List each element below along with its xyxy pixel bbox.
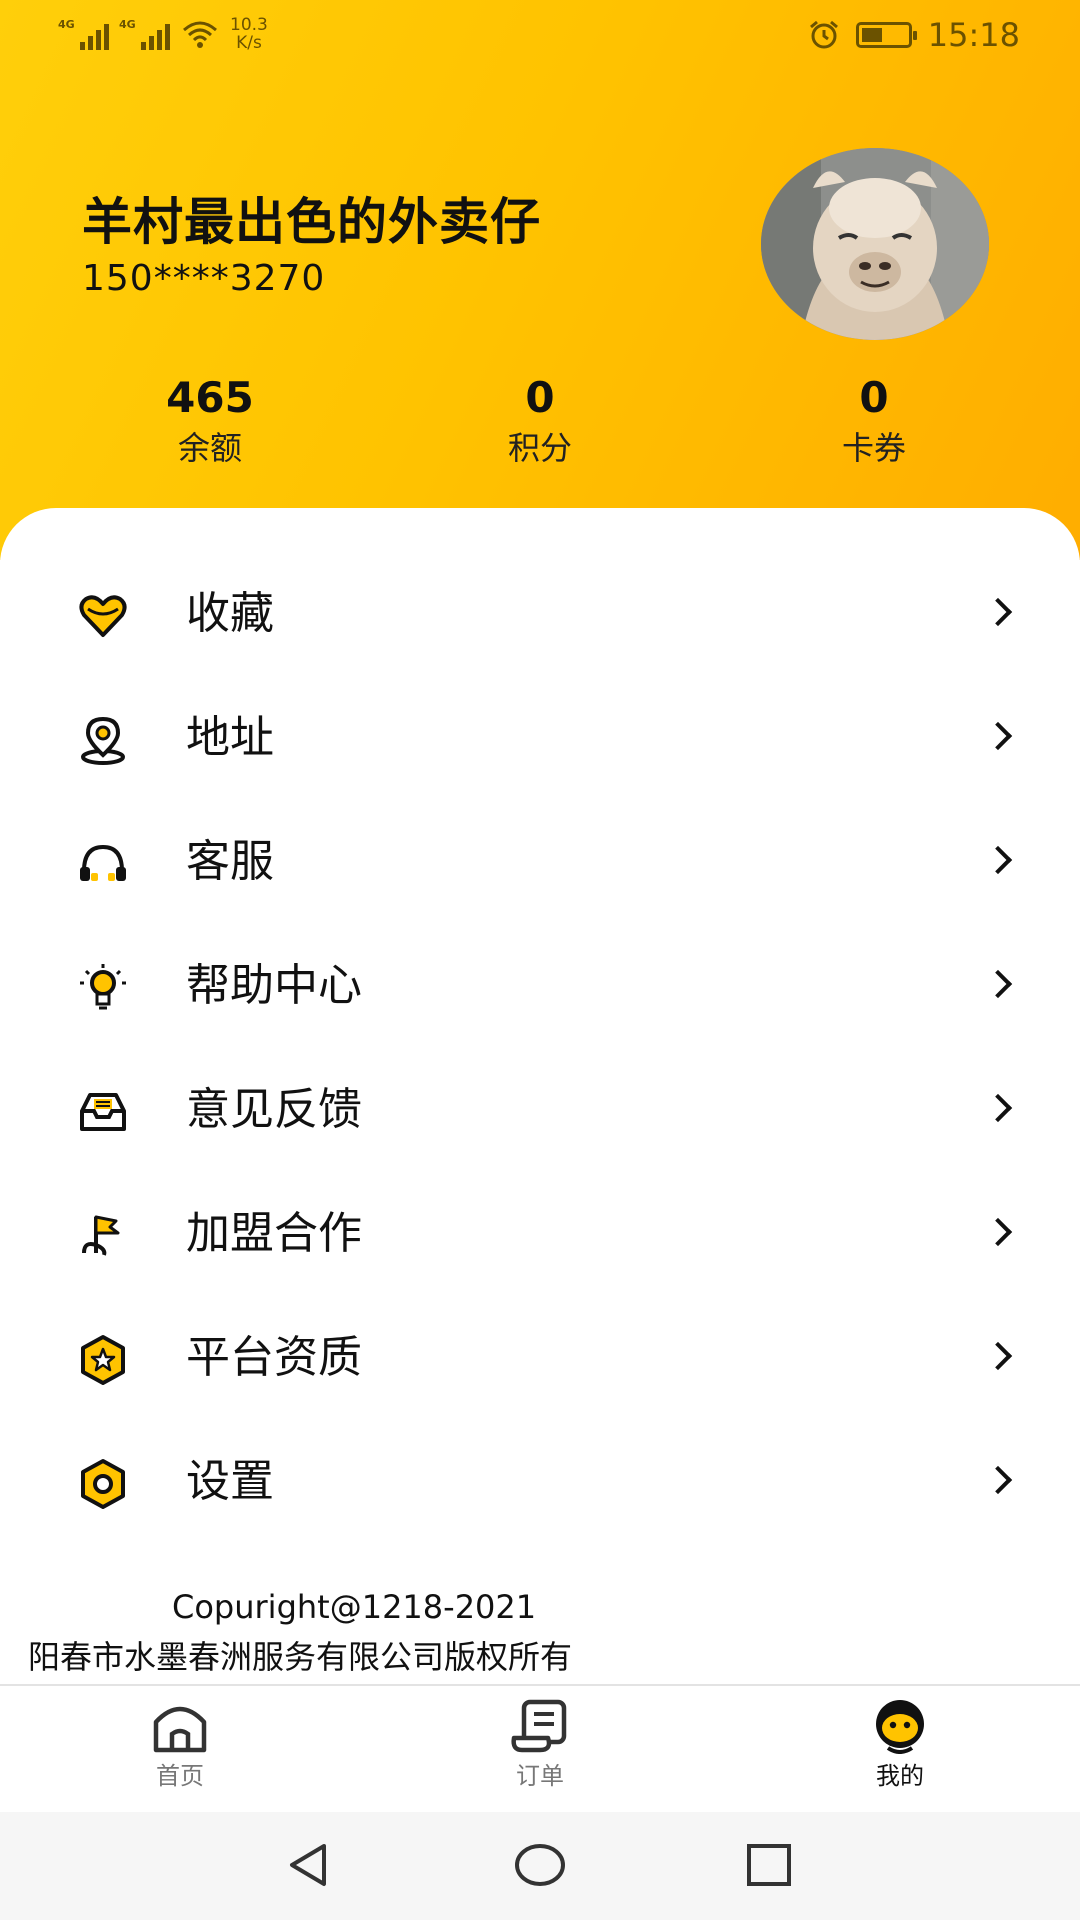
stat-points-label: 积分: [507, 429, 572, 467]
stat-points-value: 0: [525, 373, 555, 422]
chevron-right-icon: [983, 969, 1013, 999]
back-icon[interactable]: [284, 1840, 334, 1890]
stat-balance[interactable]: 465 余额: [90, 372, 330, 472]
menu-item-label: 意见反馈: [186, 1084, 362, 1135]
phone-number: 150****3270: [82, 258, 326, 299]
menu-item-label: 帮助中心: [186, 960, 362, 1011]
username: 羊村最出色的外卖仔: [82, 193, 541, 251]
network-type-1: 4G: [58, 18, 75, 31]
status-left: 4G 4G 10.3 K/s: [58, 16, 268, 52]
profile-header: 4G 4G 10.3 K/s 15:18 羊村最出色的外卖仔 150****32…: [0, 0, 1080, 560]
signal-icon-2: 4G: [119, 18, 170, 50]
stats-row: 465 余额 0 积分 0 卡券: [0, 372, 1080, 482]
menu-item-customer-service[interactable]: 客服: [0, 800, 1080, 924]
menu-item-qualifications[interactable]: 平台资质: [0, 1296, 1080, 1420]
chevron-right-icon: [983, 721, 1013, 751]
menu-item-label: 平台资质: [186, 1332, 362, 1383]
stat-coupons[interactable]: 0 卡券: [754, 372, 994, 472]
chevron-right-icon: [983, 1093, 1013, 1123]
settings-hex-icon: [81, 1459, 125, 1509]
menu-item-label: 加盟合作: [186, 1208, 362, 1259]
flag-icon: [82, 1215, 120, 1256]
tab-orders[interactable]: 订单: [440, 1698, 640, 1791]
menu-item-favorites[interactable]: 收藏: [0, 552, 1080, 676]
stat-balance-value: 465: [166, 373, 254, 422]
chevron-right-icon: [983, 1341, 1013, 1371]
stat-balance-label: 余额: [177, 429, 242, 467]
menu-list: 收藏 地址 客服 帮助中心 意见反馈 加盟合作 平台资质 设置: [0, 552, 1080, 1544]
tab-mine-label: 我的: [876, 1762, 924, 1790]
status-bar: 4G 4G 10.3 K/s 15:18: [0, 0, 1080, 80]
menu-card: 收藏 地址 客服 帮助中心 意见反馈 加盟合作 平台资质 设置: [0, 508, 1080, 1684]
star-badge-icon: [81, 1335, 125, 1385]
alarm-icon: [809, 20, 838, 49]
stat-coupons-value: 0: [859, 373, 889, 422]
menu-item-label: 地址: [186, 712, 274, 763]
bottom-tab-bar: 首页 订单 我的: [0, 1684, 1080, 1814]
status-right: 15:18: [808, 16, 1020, 54]
network-speed-value: 10.3: [230, 15, 268, 35]
tab-home[interactable]: 首页: [80, 1698, 280, 1791]
clock: 15:18: [927, 16, 1020, 54]
network-type-2: 4G: [119, 18, 136, 31]
lightbulb-icon: [80, 964, 126, 1010]
stat-coupons-label: 卡券: [841, 429, 906, 467]
menu-item-address[interactable]: 地址: [0, 676, 1080, 800]
battery-icon: [855, 22, 917, 48]
stat-points[interactable]: 0 积分: [420, 372, 660, 472]
chevron-right-icon: [983, 597, 1013, 627]
chevron-right-icon: [983, 1217, 1013, 1247]
signal-icon: 4G: [58, 18, 109, 50]
heart-icon: [79, 595, 127, 637]
menu-item-franchise[interactable]: 加盟合作: [0, 1172, 1080, 1296]
home-icon: [153, 1706, 207, 1753]
inbox-icon: [80, 1093, 126, 1131]
company-text: 阳春市水墨春洲服务有限公司版权所有: [28, 1638, 573, 1676]
order-scroll-icon: [511, 1699, 567, 1753]
home-circle-icon[interactable]: [512, 1840, 568, 1890]
system-nav-bar: [0, 1812, 1080, 1920]
alpaca-avatar-image: [761, 148, 989, 340]
network-speed-unit: K/s: [236, 33, 262, 53]
network-speed: 10.3 K/s: [230, 16, 268, 52]
location-pin-icon: [81, 716, 125, 765]
tab-mine[interactable]: 我的: [800, 1698, 1000, 1791]
headset-icon: [80, 844, 126, 881]
chevron-right-icon: [983, 1465, 1013, 1495]
menu-item-settings[interactable]: 设置: [0, 1420, 1080, 1544]
tab-home-label: 首页: [156, 1762, 204, 1790]
menu-item-label: 客服: [186, 836, 274, 887]
profile-face-icon: [876, 1700, 924, 1754]
menu-item-label: 设置: [186, 1456, 274, 1507]
recents-square-icon[interactable]: [744, 1840, 794, 1890]
copyright-text: Copuright@1218-2021: [172, 1588, 537, 1626]
tab-orders-label: 订单: [516, 1762, 564, 1790]
chevron-right-icon: [983, 845, 1013, 875]
wifi-icon: [183, 21, 217, 48]
menu-item-feedback[interactable]: 意见反馈: [0, 1048, 1080, 1172]
avatar[interactable]: [761, 148, 989, 340]
menu-item-help-center[interactable]: 帮助中心: [0, 924, 1080, 1048]
menu-item-label: 收藏: [186, 588, 274, 639]
